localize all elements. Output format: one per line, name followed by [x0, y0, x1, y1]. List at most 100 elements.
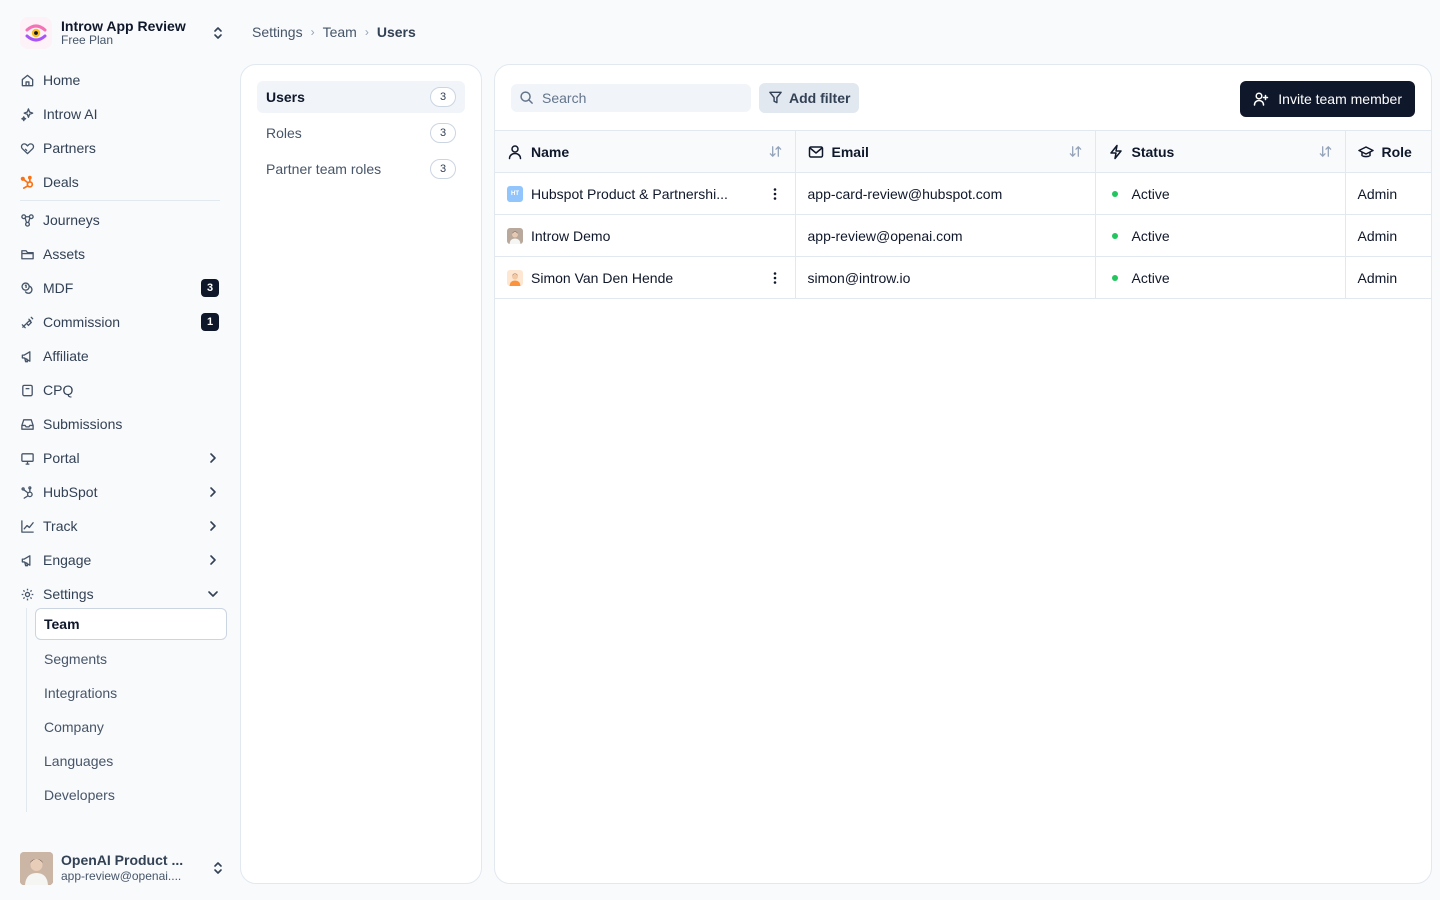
- subnav-item-team[interactable]: Team: [35, 608, 227, 640]
- users-table: Name Email Status Role HT Hubspot Produc…: [495, 130, 1431, 299]
- mdf-count-badge: 3: [201, 279, 219, 297]
- column-name[interactable]: Name: [495, 130, 796, 173]
- table-row[interactable]: HT Hubspot Product & Partnershi... app-c…: [495, 172, 1431, 215]
- monitor-icon: [20, 451, 35, 466]
- section-partner-team-roles[interactable]: Partner team roles 3: [257, 153, 465, 185]
- user-email: app-review@openai....: [61, 869, 182, 884]
- nav-item-track[interactable]: Track: [14, 509, 226, 543]
- role-cell: Admin: [1345, 256, 1431, 299]
- sort-icon[interactable]: [1318, 144, 1333, 159]
- more-vertical-icon[interactable]: [767, 270, 783, 286]
- nav-item-introw-ai[interactable]: Introw AI: [14, 97, 226, 131]
- add-filter-label: Add filter: [789, 89, 851, 106]
- email-cell: simon@introw.io: [795, 256, 1096, 299]
- settings-subnav: Team Segments Integrations Company Langu…: [26, 608, 227, 812]
- gear-icon: [20, 587, 35, 602]
- nav-divider: [20, 200, 220, 201]
- subnav-item-segments[interactable]: Segments: [27, 642, 227, 676]
- nav-item-submissions[interactable]: Submissions: [14, 407, 226, 441]
- table-header-row: Name Email Status Role: [495, 130, 1431, 173]
- user-role: Admin: [1357, 185, 1398, 202]
- lightning-icon: [1109, 144, 1122, 159]
- invite-label: Invite team member: [1278, 91, 1402, 107]
- email-cell: app-review@openai.com: [795, 214, 1096, 257]
- invite-team-member-button[interactable]: Invite team member: [1240, 81, 1415, 117]
- home-icon: [20, 73, 35, 88]
- search-icon: [520, 91, 533, 104]
- workspace-plan: Free Plan: [61, 33, 114, 48]
- user-name: Introw Demo: [531, 227, 611, 244]
- search-box[interactable]: [511, 83, 751, 112]
- inbox-icon: [20, 417, 35, 432]
- nav-item-journeys[interactable]: Journeys: [14, 203, 226, 237]
- avatar: [507, 227, 523, 244]
- table-row[interactable]: Simon Van Den Hende simon@introw.io Acti…: [495, 256, 1431, 299]
- sidebar: Introw App Review Free Plan Home Introw …: [0, 0, 240, 900]
- chevrons-up-down-icon: [214, 27, 222, 39]
- subnav-item-integrations[interactable]: Integrations: [27, 676, 227, 710]
- section-users[interactable]: Users 3: [257, 81, 465, 113]
- handshake-icon: [20, 141, 35, 156]
- commission-count-badge: 1: [201, 313, 219, 331]
- box-icon: [20, 383, 35, 398]
- name-cell: Introw Demo: [495, 214, 796, 257]
- nav-item-commission[interactable]: Commission 1: [14, 305, 226, 339]
- nav-item-settings[interactable]: Settings: [14, 577, 226, 611]
- user-role: Admin: [1357, 269, 1398, 286]
- section-label: Partner team roles: [266, 161, 382, 177]
- nav-item-affiliate[interactable]: Affiliate: [14, 339, 226, 373]
- column-role[interactable]: Role: [1345, 130, 1431, 173]
- section-roles[interactable]: Roles 3: [257, 117, 465, 149]
- section-label: Users: [266, 89, 305, 105]
- nav-item-cpq[interactable]: CPQ: [14, 373, 226, 407]
- megaphone-icon: [20, 553, 35, 568]
- workflow-icon: [20, 213, 35, 228]
- more-vertical-icon[interactable]: [767, 186, 783, 202]
- coins-icon: [20, 281, 35, 296]
- toolbar: Add filter Invite team member: [495, 65, 1431, 130]
- nav-item-deals[interactable]: Deals: [14, 165, 226, 199]
- column-label: Role: [1381, 143, 1412, 160]
- search-input[interactable]: [542, 89, 742, 106]
- breadcrumb-settings[interactable]: Settings: [252, 24, 303, 40]
- sort-icon[interactable]: [1068, 144, 1083, 159]
- status-cell: Active: [1095, 172, 1346, 215]
- nav-label: Engage: [43, 552, 92, 568]
- nav-item-engage[interactable]: Engage: [14, 543, 226, 577]
- nav-item-assets[interactable]: Assets: [14, 237, 226, 271]
- chevron-right-icon: ›: [310, 25, 315, 39]
- nav-label: HubSpot: [43, 484, 98, 500]
- breadcrumb-team[interactable]: Team: [323, 24, 357, 40]
- subnav-item-languages[interactable]: Languages: [27, 744, 227, 778]
- avatar-initials: HT: [511, 190, 519, 197]
- add-filter-button[interactable]: Add filter: [759, 82, 860, 113]
- user-menu[interactable]: OpenAI Product ... app-review@openai....: [20, 851, 226, 885]
- status-badge: Active: [1131, 269, 1170, 286]
- subnav-item-developers[interactable]: Developers: [27, 778, 227, 812]
- status-dot: [1111, 274, 1118, 281]
- nav-item-portal[interactable]: Portal: [14, 441, 226, 475]
- nav-item-hubspot[interactable]: HubSpot: [14, 475, 226, 509]
- role-cell: Admin: [1345, 214, 1431, 257]
- workspace-switcher[interactable]: Introw App Review Free Plan: [20, 16, 226, 50]
- column-email[interactable]: Email: [795, 130, 1096, 173]
- team-sections-panel: Users 3 Roles 3 Partner team roles 3: [240, 64, 482, 884]
- chevrons-up-down-icon: [214, 862, 222, 874]
- nav-label: Partners: [43, 140, 96, 156]
- table-row[interactable]: Introw Demo app-review@openai.com Active…: [495, 214, 1431, 257]
- column-status[interactable]: Status: [1095, 130, 1346, 173]
- sort-icon[interactable]: [768, 144, 783, 159]
- name-cell: HT Hubspot Product & Partnershi...: [495, 172, 796, 215]
- user-email: app-card-review@hubspot.com: [807, 185, 1003, 202]
- chevron-right-icon: [210, 555, 216, 565]
- nav-item-mdf[interactable]: MDF 3: [14, 271, 226, 305]
- name-cell: Simon Van Den Hende: [495, 256, 796, 299]
- nav-item-partners[interactable]: Partners: [14, 131, 226, 165]
- mail-icon: [808, 145, 823, 158]
- user-plus-icon: [1254, 92, 1269, 106]
- nav-label: Assets: [43, 246, 86, 262]
- chevron-right-icon: [210, 487, 216, 497]
- sparkle-icon: [20, 107, 35, 122]
- subnav-item-company[interactable]: Company: [27, 710, 227, 744]
- nav-item-home[interactable]: Home: [14, 63, 226, 97]
